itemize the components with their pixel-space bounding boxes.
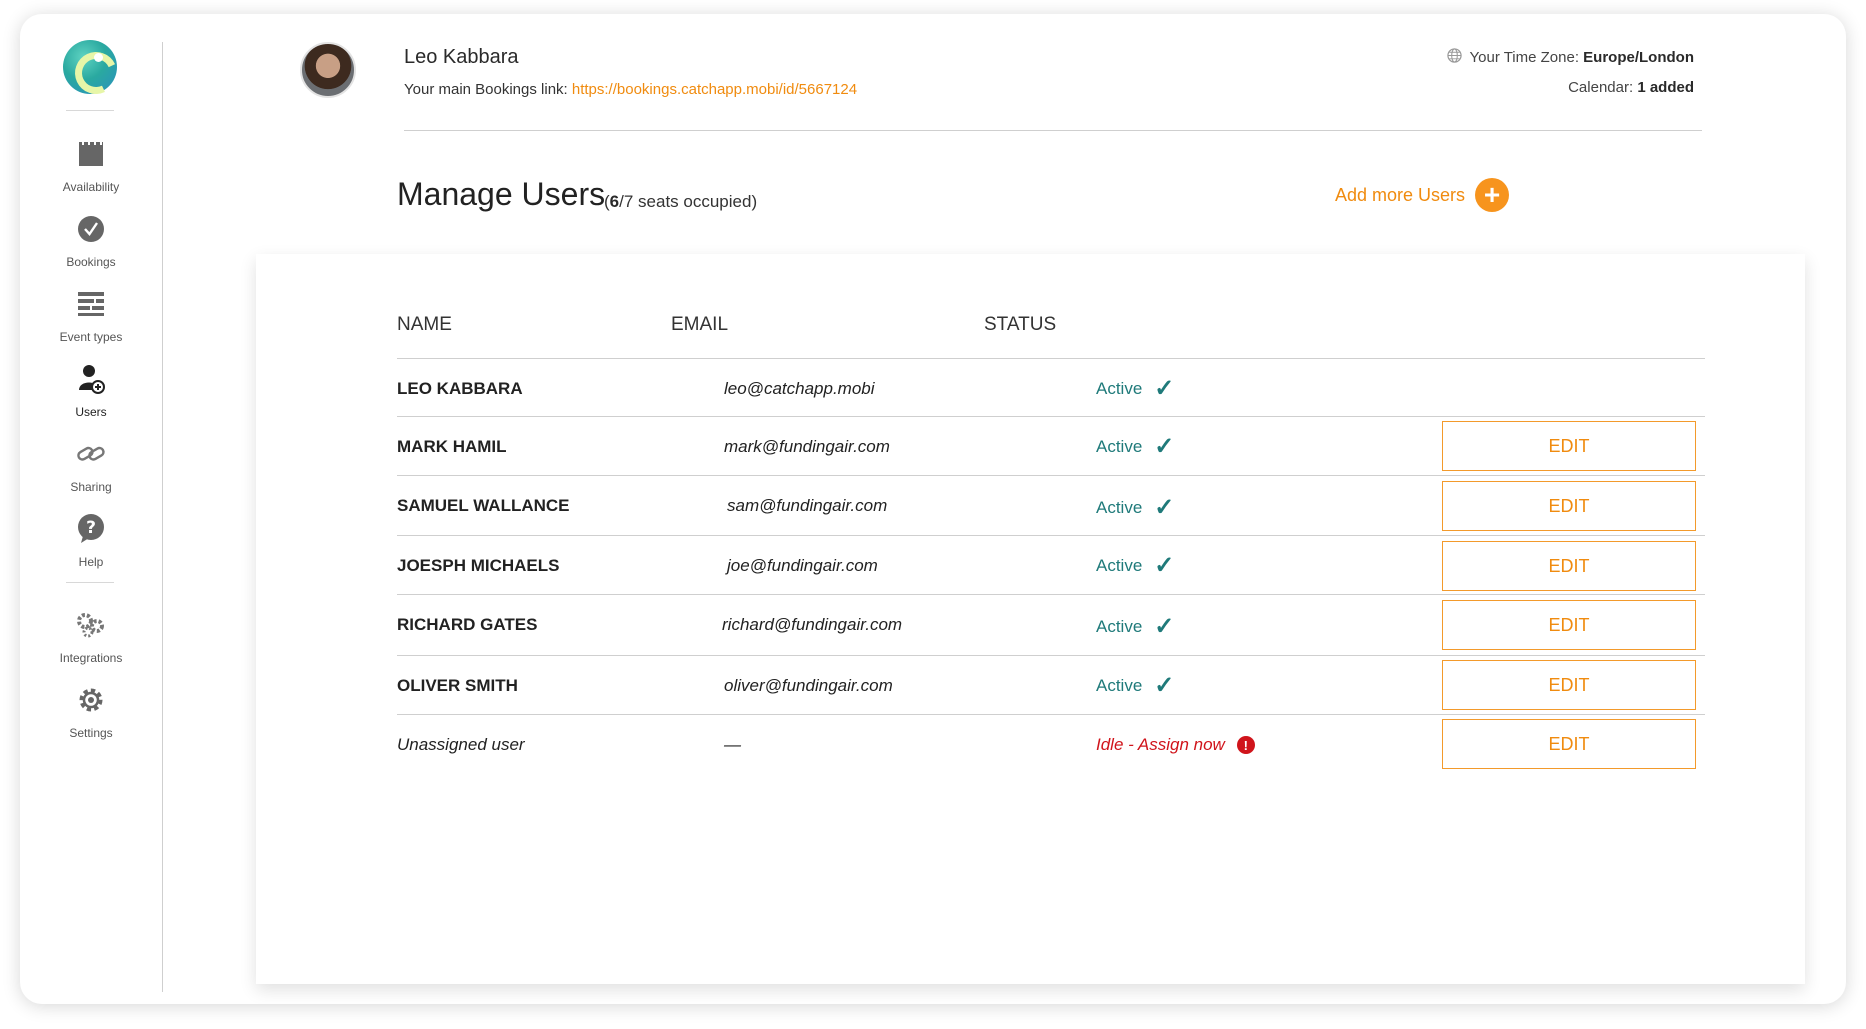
check-icon: ✓ [1154,552,1175,579]
check-icon: ✓ [1154,375,1175,402]
edit-button[interactable]: EDIT [1442,421,1696,471]
gears-icon [75,609,107,641]
edit-button[interactable]: EDIT [1442,600,1696,650]
sidebar-item-label: Settings [69,726,113,740]
table-row: LEO KABBARA leo@catchapp.mobi Active ✓ [397,359,1705,417]
user-add-icon [75,363,107,395]
user-email-cell: — [724,735,741,754]
bookings-link[interactable]: https://bookings.catchapp.mobi/id/566712… [572,81,857,98]
column-header-status: STATUS [984,314,1057,335]
table-row: SAMUEL WALLANCE sam@fundingair.com Activ… [397,476,1705,536]
status-badge: Active ✓ [1096,375,1175,402]
status-badge: Active ✓ [1096,613,1175,640]
status-badge: Active ✓ [1096,433,1175,460]
user-email-cell: oliver@fundingair.com [724,676,893,695]
calendar-line: Calendar: 1 added [1568,79,1694,96]
user-name-cell: Unassigned user [397,735,525,754]
calendar-icon [75,138,107,170]
user-name-cell: OLIVER SMITH [397,676,518,695]
user-email-cell: mark@fundingair.com [724,437,890,456]
table-row: JOESPH MICHAELS joe@fundingair.com Activ… [397,536,1705,595]
sidebar-item-label: Bookings [66,255,116,269]
status-badge: Active ✓ [1096,672,1175,699]
sidebar-divider-top [66,110,114,111]
gear-icon [75,684,107,716]
page-title: Manage Users [397,176,606,212]
link-icon [75,438,107,470]
status-badge: Active ✓ [1096,552,1175,579]
sidebar-divider-bottom [66,582,114,583]
user-name-cell: JOESPH MICHAELS [397,556,560,575]
table-row: RICHARD GATES richard@fundingair.com Act… [397,595,1705,656]
user-email-cell: leo@catchapp.mobi [724,379,875,398]
edit-button[interactable]: EDIT [1442,541,1696,591]
calendar-value[interactable]: 1 added [1637,79,1694,96]
users-table-card: NAME EMAIL STATUS LEO KABBARA leo@catcha… [256,254,1805,984]
calendar-label: Calendar: [1568,79,1638,96]
sidebar-item-bookings[interactable]: Bookings [20,213,162,285]
seats-note: (6/7 seats occupied) [604,192,758,211]
timezone-label: Your Time Zone: [1469,49,1584,66]
table-row: MARK HAMIL mark@fundingair.com Active ✓ E… [397,417,1705,476]
edit-button[interactable]: EDIT [1442,481,1696,531]
user-name-cell: MARK HAMIL [397,437,507,456]
status-badge: Active ✓ [1096,494,1175,521]
user-name-cell: RICHARD GATES [397,615,538,634]
sidebar-item-event-types[interactable]: Event types [20,288,162,360]
table-row: Unassigned user — Idle - Assign now! EDI… [397,715,1705,775]
add-more-users-button[interactable]: Add more Users + [1335,178,1510,212]
check-circle-icon [75,213,107,245]
timezone-line: Your Time Zone: Europe/London [1446,48,1694,67]
app-window: Availability Bookings Event types Users [20,14,1846,1004]
user-name-cell: LEO KABBARA [397,379,523,398]
sidebar-item-users[interactable]: Users [20,363,162,435]
catchapp-logo[interactable] [63,40,117,94]
column-header-name: NAME [397,314,452,335]
column-header-email: EMAIL [671,314,729,335]
svg-text:?: ? [86,518,96,538]
seats-count: 6 [609,192,620,211]
sidebar-item-label: Sharing [70,480,112,494]
sidebar-border [162,42,163,992]
user-email-cell: richard@fundingair.com [722,615,903,634]
sidebar-item-label: Availability [62,180,120,194]
status-badge[interactable]: Idle - Assign now! [1096,735,1255,755]
avatar[interactable] [300,42,356,98]
check-icon: ✓ [1154,672,1175,699]
header-divider [404,130,1702,131]
sidebar-item-label: Integrations [59,651,123,665]
bookings-link-line: Your main Bookings link: https://booking… [404,81,857,98]
check-icon: ✓ [1154,433,1175,460]
check-icon: ✓ [1154,494,1175,521]
sidebar-item-integrations[interactable]: Integrations [20,609,162,681]
sidebar-item-label: Event types [59,330,123,344]
edit-button[interactable]: EDIT [1442,719,1696,769]
sidebar-item-sharing[interactable]: Sharing [20,438,162,510]
edit-button[interactable]: EDIT [1442,660,1696,710]
table-row: OLIVER SMITH oliver@fundingair.com Activ… [397,656,1705,715]
sidebar-item-label: Users [75,405,107,419]
check-icon: ✓ [1154,613,1175,640]
user-email-cell: sam@fundingair.com [727,496,888,515]
sidebar-item-help[interactable]: ? Help [20,513,162,585]
alert-icon: ! [1236,736,1255,754]
user-email-cell: joe@fundingair.com [727,556,878,575]
user-name: Leo Kabbara [404,46,519,68]
user-name-cell: SAMUEL WALLANCE [397,496,570,515]
globe-icon [1446,48,1462,67]
sidebar: Availability Bookings Event types Users [20,14,162,1004]
bookings-link-label: Your main Bookings link: [404,81,572,98]
sidebar-item-settings[interactable]: Settings [20,684,162,756]
sidebar-item-availability[interactable]: Availability [20,138,162,210]
add-more-users-label: Add more Users [1335,184,1466,205]
sidebar-item-label: Help [78,555,104,569]
help-bubble-icon: ? [75,513,107,545]
plus-icon: + [1475,178,1510,212]
timezone-value[interactable]: Europe/London [1583,49,1694,66]
list-icon [75,288,107,320]
